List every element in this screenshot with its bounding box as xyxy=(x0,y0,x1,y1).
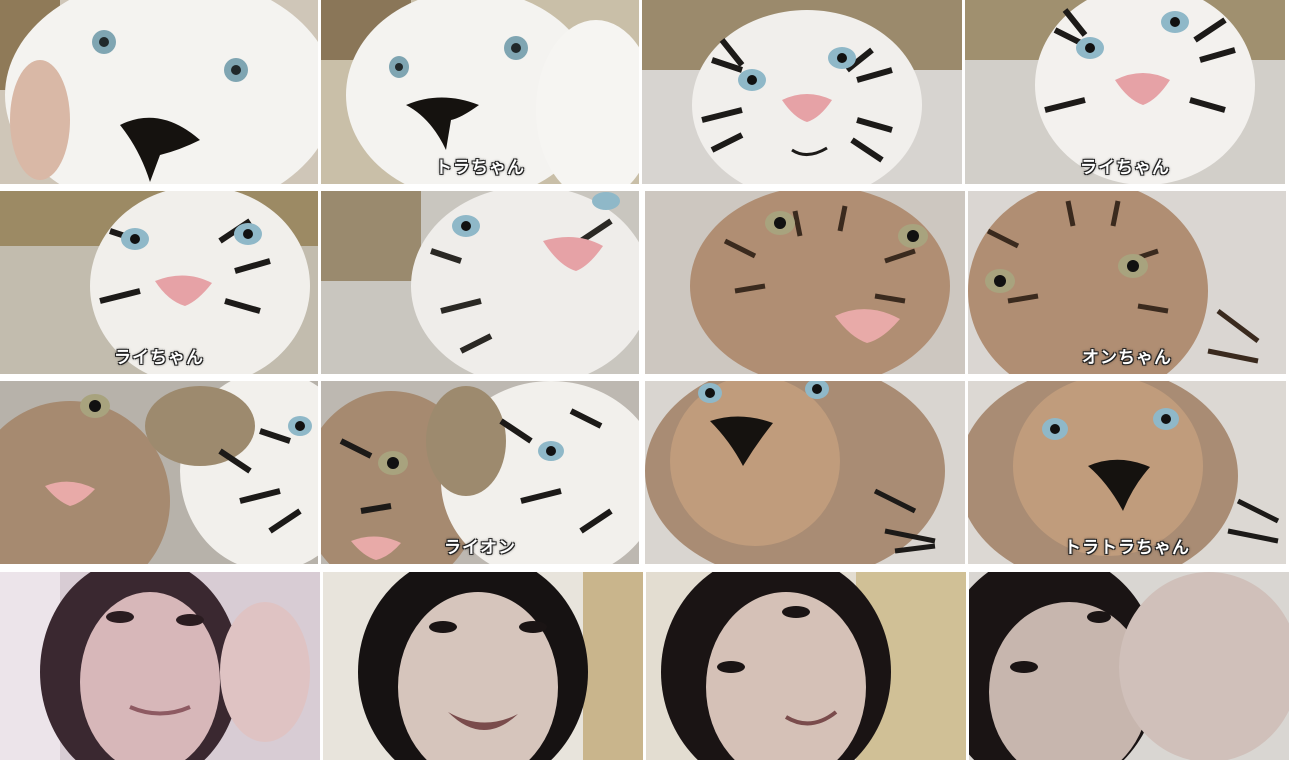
photo-brown-tiger-on: オンちゃん xyxy=(968,191,1286,374)
photo-white-lion-tora: トラちゃん xyxy=(321,0,639,184)
photo-girl-smiling xyxy=(323,572,643,760)
caption-raion: ライオン xyxy=(444,538,516,558)
photo-white-tiger-1 xyxy=(642,0,962,184)
caption-rai-chan-2: ライちゃん xyxy=(114,348,204,368)
photo-girl-waving xyxy=(0,572,320,760)
caption-on-chan: オンちゃん xyxy=(1082,348,1172,368)
photo-white-tiger-rai: ライちゃん xyxy=(965,0,1285,184)
photo-collage: トラちゃん ライちゃん ライちゃん オンちゃん ライオン トラトラちゃん xyxy=(0,0,1297,770)
photo-girl-hand xyxy=(969,572,1289,760)
photo-girl-looking xyxy=(646,572,966,760)
photo-white-tiger-rai-2: ライちゃん xyxy=(0,191,318,374)
photo-lion-1 xyxy=(645,381,965,564)
photo-brown-tiger-1 xyxy=(645,191,965,374)
photo-two-tigers-raion: ライオン xyxy=(321,381,639,564)
caption-rai-chan-1: ライちゃん xyxy=(1080,158,1170,178)
caption-tora-chan: トラちゃん xyxy=(435,158,525,178)
photo-white-tiger-blur xyxy=(321,191,639,374)
caption-toratora-chan: トラトラちゃん xyxy=(1064,538,1190,558)
photo-lion-toratora: トラトラちゃん xyxy=(968,381,1286,564)
photo-white-lion-closeup xyxy=(0,0,318,184)
photo-two-tigers-1 xyxy=(0,381,318,564)
